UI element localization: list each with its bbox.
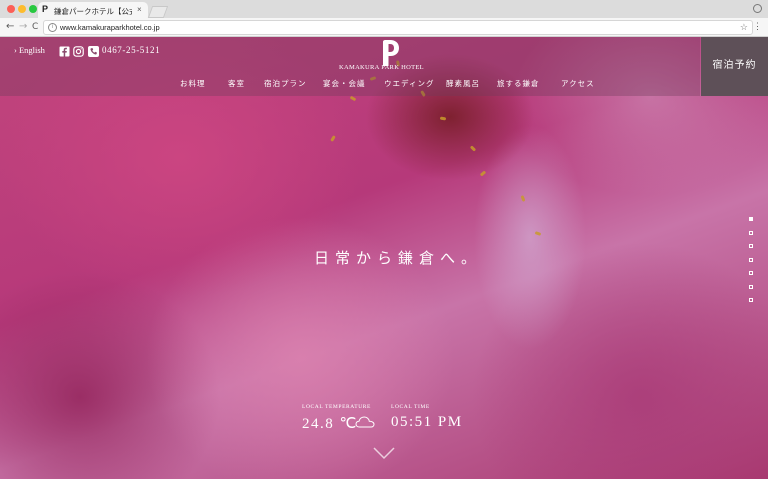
- browser-tab[interactable]: P 鎌倉パークホテル【公式】 | Ka ×: [38, 2, 148, 18]
- stamen-decoration: [330, 135, 336, 142]
- booking-button[interactable]: 宿泊予約: [701, 37, 768, 96]
- nav-item-enzyme-bath[interactable]: 酵素風呂: [446, 78, 480, 89]
- stamen-decoration: [479, 170, 487, 177]
- time-label: LOCAL TIME: [391, 404, 430, 410]
- phone-icon[interactable]: [88, 44, 99, 57]
- minimize-window-button[interactable]: [18, 5, 26, 13]
- hotel-logo-icon[interactable]: [379, 39, 401, 67]
- tab-close-icon[interactable]: ×: [137, 5, 142, 14]
- maximize-window-button[interactable]: [29, 5, 37, 13]
- instagram-icon[interactable]: [73, 44, 84, 57]
- browser-menu-icon[interactable]: ⋮: [753, 21, 762, 31]
- favicon-icon: P: [42, 4, 49, 14]
- forward-button[interactable]: →: [19, 20, 27, 34]
- stamen-decoration: [349, 95, 357, 102]
- url-text[interactable]: www.kamakuraparkhotel.co.jp: [60, 21, 160, 34]
- close-window-button[interactable]: [7, 5, 15, 13]
- phone-number[interactable]: 0467-25-5121: [102, 45, 160, 55]
- slide-dot-5[interactable]: [749, 271, 753, 275]
- nav-item-travel-kamakura[interactable]: 旅する鎌倉: [497, 78, 540, 89]
- facebook-icon[interactable]: [59, 44, 70, 57]
- new-tab-button[interactable]: [147, 6, 169, 18]
- back-button[interactable]: ←: [6, 20, 14, 34]
- profile-icon[interactable]: [753, 4, 762, 13]
- slide-dot-3[interactable]: [749, 244, 753, 248]
- nav-item-access[interactable]: アクセス: [561, 78, 595, 89]
- nav-item-wedding[interactable]: ウエディング: [384, 78, 434, 89]
- hero-tagline: 日常から鎌倉へ。: [314, 251, 483, 267]
- reload-button[interactable]: C: [32, 20, 38, 34]
- nav-item-rooms[interactable]: 客室: [228, 78, 245, 89]
- slide-dot-6[interactable]: [749, 285, 753, 289]
- address-bar[interactable]: i www.kamakuraparkhotel.co.jp ☆: [43, 20, 753, 35]
- stamen-decoration: [469, 145, 477, 152]
- temperature-value: 24.8 ℃: [302, 416, 358, 432]
- nav-item-cuisine[interactable]: お料理: [180, 78, 206, 89]
- slide-dot-4[interactable]: [749, 258, 753, 262]
- slide-dot-2[interactable]: [749, 231, 753, 235]
- stamen-decoration: [520, 195, 526, 202]
- nav-item-plans[interactable]: 宿泊プラン: [264, 78, 307, 89]
- slide-dot-7[interactable]: [749, 298, 753, 302]
- hotel-logo-text[interactable]: KAMAKURA PARK HOTEL: [339, 64, 424, 71]
- bookmark-star-icon[interactable]: ☆: [740, 21, 748, 34]
- scroll-down-icon[interactable]: [372, 445, 396, 463]
- browser-tabbar: P 鎌倉パークホテル【公式】 | Ka ×: [0, 0, 768, 18]
- temperature-label: LOCAL TEMPERATURE: [302, 404, 372, 410]
- browser-toolbar: ← → C i www.kamakuraparkhotel.co.jp ☆ ⋮: [0, 18, 768, 37]
- english-link[interactable]: › English: [14, 45, 45, 55]
- cloud-icon: [355, 416, 375, 428]
- stamen-decoration: [439, 116, 447, 121]
- slide-dot-1[interactable]: [749, 217, 753, 221]
- tab-title: 鎌倉パークホテル【公式】 | Ka: [54, 7, 132, 16]
- info-icon[interactable]: i: [48, 23, 57, 32]
- nav-item-banquet[interactable]: 宴会・会議: [323, 78, 366, 89]
- stamen-decoration: [534, 231, 542, 236]
- time-value: 05:51 PM: [391, 414, 463, 430]
